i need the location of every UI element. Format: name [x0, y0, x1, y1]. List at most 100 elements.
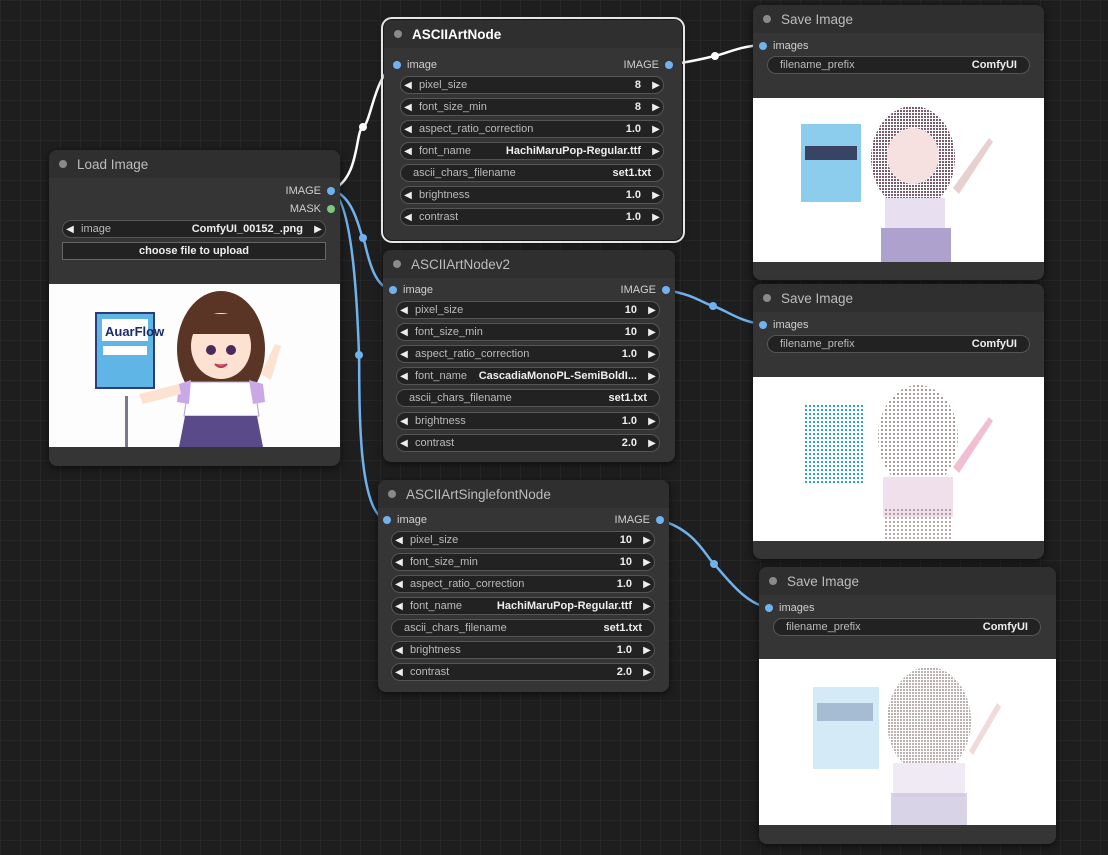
left-arrow-icon[interactable]: ◀	[392, 557, 406, 568]
output-image-slot[interactable]: IMAGE	[286, 184, 336, 198]
font-name-widget[interactable]: ◀ font_name HachiMaruPop-Regular.ttf ▶	[391, 597, 655, 615]
right-arrow-icon[interactable]: ▶	[649, 146, 663, 157]
node-title-bar[interactable]: Save Image	[759, 567, 1056, 595]
font-name-widget[interactable]: ◀ font_name CascadiaMonoPL-SemiBoldI... ▶	[396, 367, 660, 385]
left-arrow-icon[interactable]: ◀	[397, 305, 411, 316]
font-size-min-widget[interactable]: ◀ font_size_min 10 ▶	[391, 553, 655, 571]
right-arrow-icon[interactable]: ▶	[649, 212, 663, 223]
brightness-widget[interactable]: ◀ brightness 1.0 ▶	[396, 412, 660, 430]
wire-v2-to-save2[interactable]	[665, 288, 763, 326]
right-arrow-icon[interactable]: ▶	[640, 535, 654, 546]
ascii-art-node[interactable]: ASCIIArtNode image IMAGE ◀ pixel_size 8 ▶ ◀…	[381, 17, 685, 243]
left-arrow-icon[interactable]: ◀	[397, 438, 411, 449]
filename-prefix-field[interactable]: filename_prefix ComfyUI	[773, 618, 1041, 636]
right-arrow-icon[interactable]: ▶	[645, 438, 659, 449]
left-arrow-icon[interactable]: ◀	[397, 349, 411, 360]
node-title-bar[interactable]: Save Image	[753, 284, 1044, 312]
left-arrow-icon[interactable]: ◀	[63, 224, 77, 235]
left-arrow-icon[interactable]: ◀	[401, 124, 415, 135]
node-title-bar[interactable]: ASCIIArtNodev2	[383, 250, 675, 278]
left-arrow-icon[interactable]: ◀	[392, 645, 406, 656]
collapse-dot-icon[interactable]	[393, 260, 401, 268]
collapse-dot-icon[interactable]	[763, 294, 771, 302]
ascii-chars-filename-field[interactable]: ascii_chars_filename set1.txt	[396, 389, 660, 407]
pixel-size-widget[interactable]: ◀ pixel_size 8 ▶	[400, 76, 664, 94]
aspect-ratio-widget[interactable]: ◀ aspect_ratio_correction 1.0 ▶	[400, 120, 664, 138]
right-arrow-icon[interactable]: ▶	[640, 667, 654, 678]
output-image-slot[interactable]: IMAGE	[624, 58, 674, 72]
left-arrow-icon[interactable]: ◀	[401, 190, 415, 201]
right-arrow-icon[interactable]: ▶	[311, 224, 325, 235]
left-arrow-icon[interactable]: ◀	[397, 416, 411, 427]
save-image-node-2[interactable]: Save Image images filename_prefix ComfyUI	[753, 284, 1044, 559]
input-images-slot[interactable]: images	[759, 39, 808, 53]
left-arrow-icon[interactable]: ◀	[392, 535, 406, 546]
image-combo-widget[interactable]: ◀ image ComfyUI_00152_.png ▶	[62, 220, 326, 238]
output-image-slot[interactable]: IMAGE	[621, 283, 671, 297]
ascii-art-singlefont-node[interactable]: ASCIIArtSinglefontNode image IMAGE ◀ pixe…	[378, 480, 669, 692]
left-arrow-icon[interactable]: ◀	[397, 371, 411, 382]
node-title-bar[interactable]: ASCIIArtSinglefontNode	[378, 480, 669, 508]
right-arrow-icon[interactable]: ▶	[645, 327, 659, 338]
right-arrow-icon[interactable]: ▶	[640, 557, 654, 568]
left-arrow-icon[interactable]: ◀	[392, 667, 406, 678]
collapse-dot-icon[interactable]	[388, 490, 396, 498]
collapse-dot-icon[interactable]	[763, 15, 771, 23]
left-arrow-icon[interactable]: ◀	[392, 579, 406, 590]
right-arrow-icon[interactable]: ▶	[649, 102, 663, 113]
choose-file-button[interactable]: choose file to upload	[62, 242, 326, 260]
font-name-widget[interactable]: ◀ font_name HachiMaruPop-Regular.ttf ▶	[400, 142, 664, 160]
collapse-dot-icon[interactable]	[59, 160, 67, 168]
right-arrow-icon[interactable]: ▶	[649, 80, 663, 91]
aspect-ratio-widget[interactable]: ◀ aspect_ratio_correction 1.0 ▶	[396, 345, 660, 363]
wire-singlefont-to-save3[interactable]	[659, 518, 769, 609]
right-arrow-icon[interactable]: ▶	[645, 349, 659, 360]
load-image-node[interactable]: Load Image IMAGE MASK ◀ image ComfyUI_00…	[49, 150, 340, 466]
left-arrow-icon[interactable]: ◀	[397, 327, 411, 338]
output-image-slot[interactable]: IMAGE	[615, 513, 665, 527]
right-arrow-icon[interactable]: ▶	[640, 579, 654, 590]
contrast-widget[interactable]: ◀ contrast 2.0 ▶	[396, 434, 660, 452]
left-arrow-icon[interactable]: ◀	[392, 601, 406, 612]
save-image-node-3[interactable]: Save Image images filename_prefix ComfyUI	[759, 567, 1056, 844]
aspect-ratio-widget[interactable]: ◀ aspect_ratio_correction 1.0 ▶	[391, 575, 655, 593]
filename-prefix-field[interactable]: filename_prefix ComfyUI	[767, 335, 1030, 353]
brightness-widget[interactable]: ◀ brightness 1.0 ▶	[391, 641, 655, 659]
left-arrow-icon[interactable]: ◀	[401, 102, 415, 113]
node-title-bar[interactable]: Save Image	[753, 5, 1044, 33]
input-image-slot[interactable]: image	[393, 58, 437, 72]
right-arrow-icon[interactable]: ▶	[649, 190, 663, 201]
right-arrow-icon[interactable]: ▶	[640, 645, 654, 656]
contrast-widget[interactable]: ◀ contrast 2.0 ▶	[391, 663, 655, 681]
right-arrow-icon[interactable]: ▶	[649, 124, 663, 135]
pixel-size-widget[interactable]: ◀ pixel_size 10 ▶	[391, 531, 655, 549]
node-title-bar[interactable]: Load Image	[49, 150, 340, 178]
font-size-min-widget[interactable]: ◀ font_size_min 10 ▶	[396, 323, 660, 341]
input-images-slot[interactable]: images	[759, 318, 808, 332]
right-arrow-icon[interactable]: ▶	[640, 601, 654, 612]
brightness-widget[interactable]: ◀ brightness 1.0 ▶	[400, 186, 664, 204]
right-arrow-icon[interactable]: ▶	[645, 305, 659, 316]
ascii-chars-filename-field[interactable]: ascii_chars_filename set1.txt	[400, 164, 664, 182]
widget-label: filename_prefix	[786, 621, 861, 633]
ascii-chars-filename-field[interactable]: ascii_chars_filename set1.txt	[391, 619, 655, 637]
output-mask-slot[interactable]: MASK	[290, 202, 336, 216]
save-image-node-1[interactable]: Save Image images filename_prefix ComfyUI	[753, 5, 1044, 280]
left-arrow-icon[interactable]: ◀	[401, 212, 415, 223]
font-size-min-widget[interactable]: ◀ font_size_min 8 ▶	[400, 98, 664, 116]
input-image-slot[interactable]: image	[389, 283, 433, 297]
collapse-dot-icon[interactable]	[394, 30, 402, 38]
left-arrow-icon[interactable]: ◀	[401, 80, 415, 91]
input-images-slot[interactable]: images	[765, 601, 814, 615]
contrast-widget[interactable]: ◀ contrast 1.0 ▶	[400, 208, 664, 226]
wire-asciiartnode-to-save1[interactable]	[668, 43, 763, 67]
input-image-slot[interactable]: image	[383, 513, 427, 527]
node-title-bar[interactable]: ASCIIArtNode	[384, 20, 682, 48]
pixel-size-widget[interactable]: ◀ pixel_size 10 ▶	[396, 301, 660, 319]
right-arrow-icon[interactable]: ▶	[645, 371, 659, 382]
collapse-dot-icon[interactable]	[769, 577, 777, 585]
left-arrow-icon[interactable]: ◀	[401, 146, 415, 157]
ascii-art-node-v2[interactable]: ASCIIArtNodev2 image IMAGE ◀ pixel_size 10…	[383, 250, 675, 462]
right-arrow-icon[interactable]: ▶	[645, 416, 659, 427]
filename-prefix-field[interactable]: filename_prefix ComfyUI	[767, 56, 1030, 74]
